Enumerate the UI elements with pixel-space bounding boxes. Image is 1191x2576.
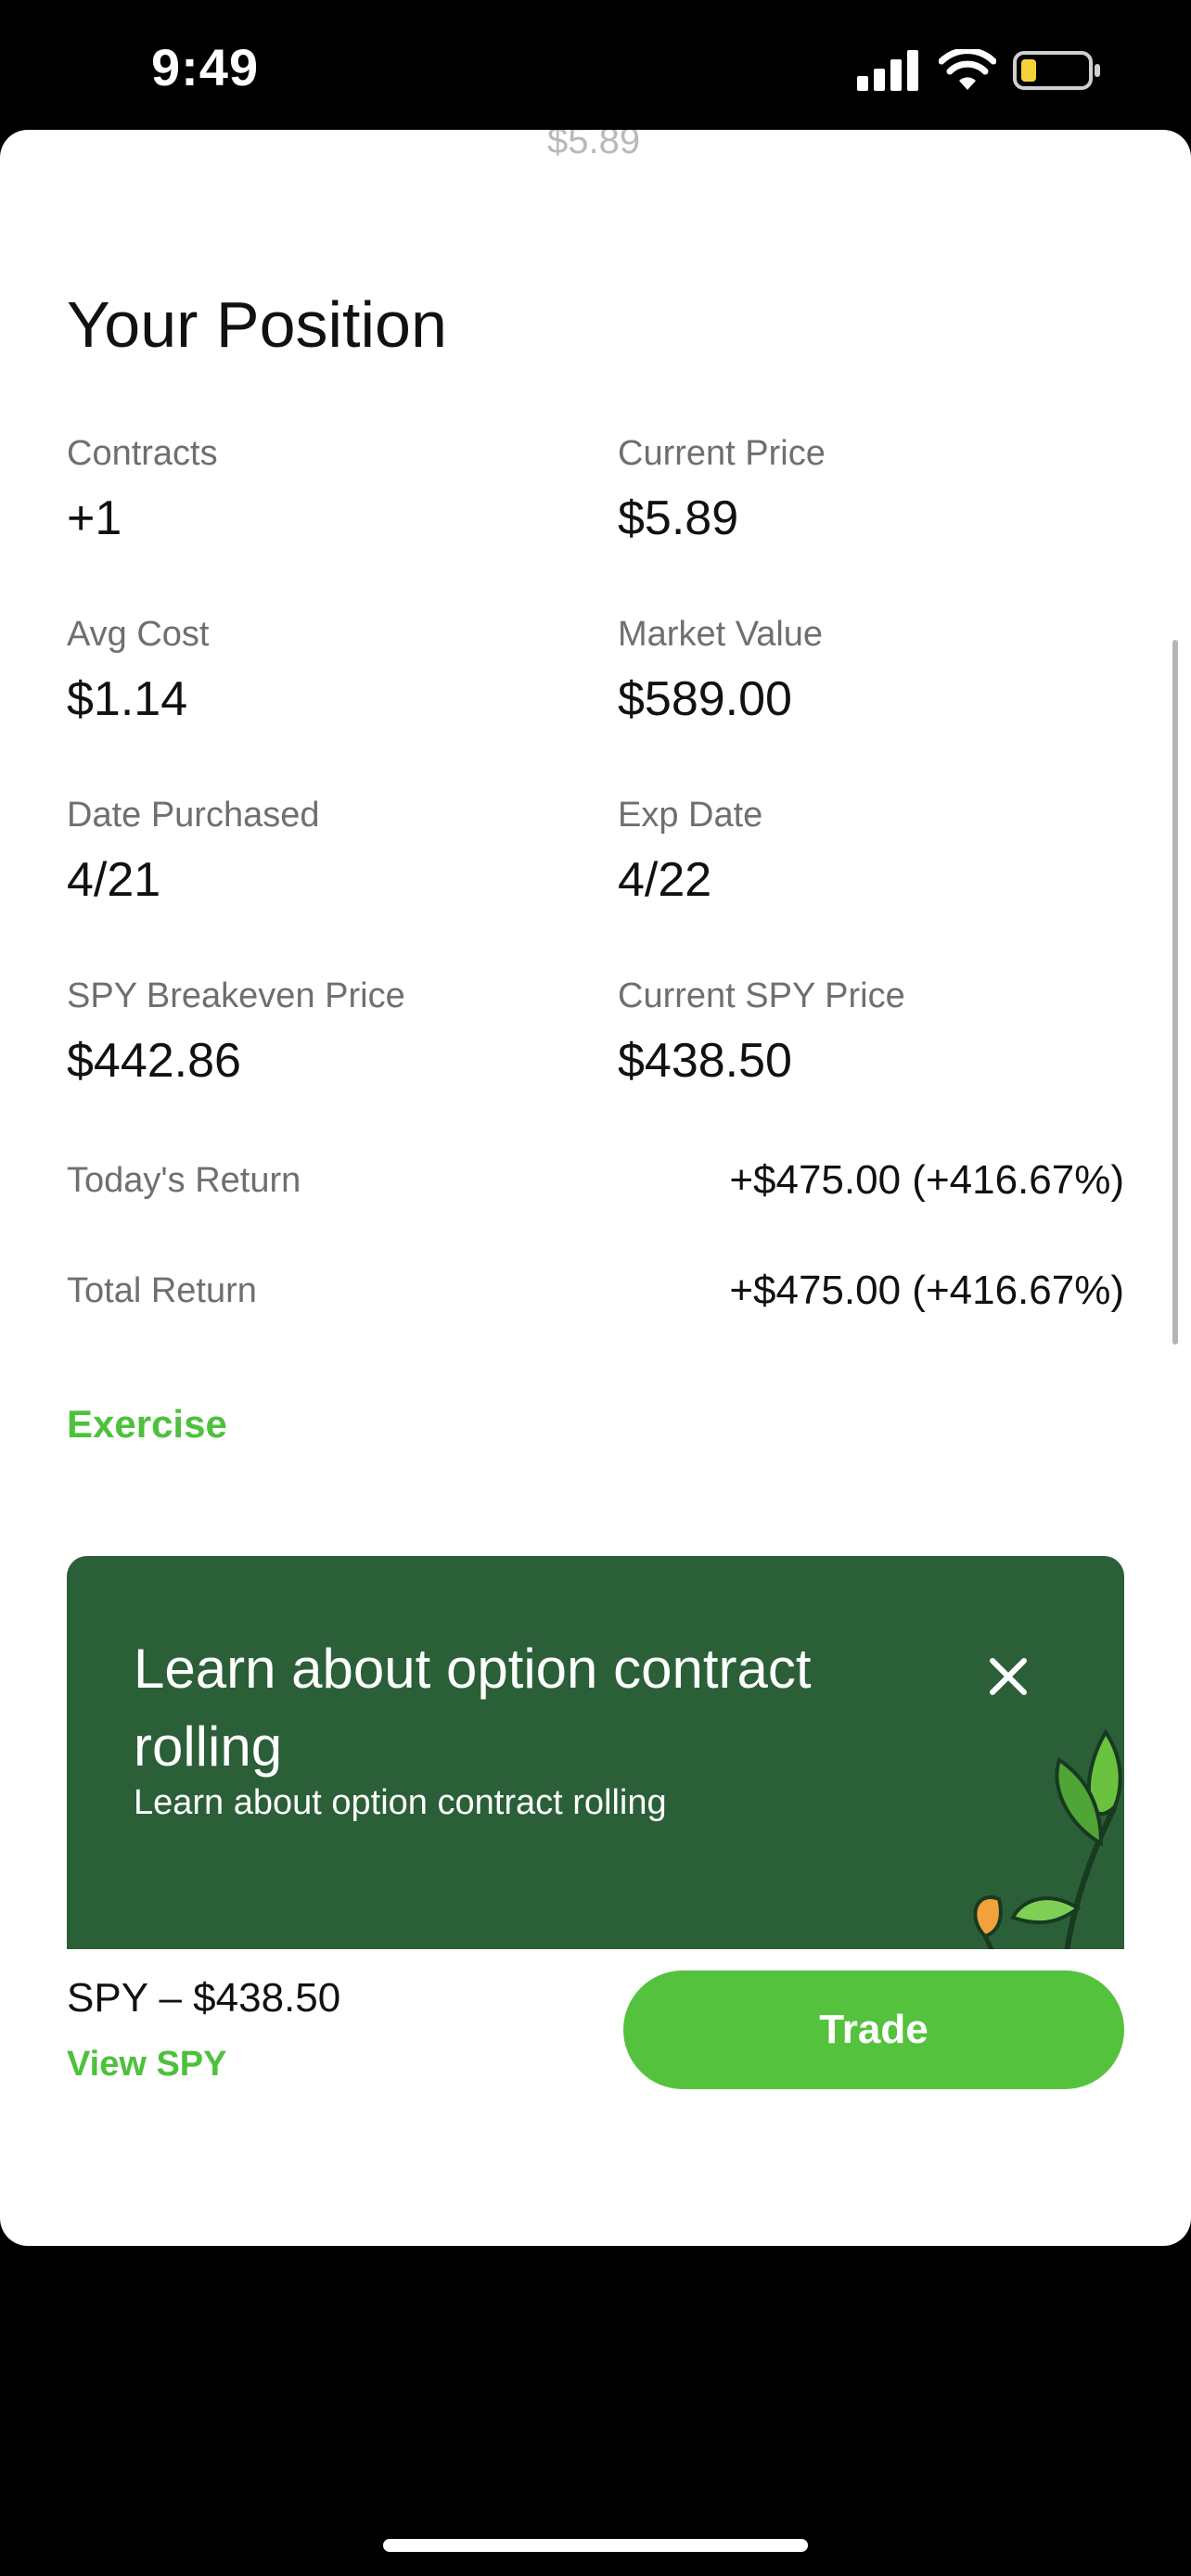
home-indicator[interactable]: [383, 2539, 808, 2552]
current-price-field: Current Price $5.89: [618, 434, 1137, 546]
market-value-field: Market Value $589.00: [618, 615, 1137, 727]
status-time: 9:49: [151, 38, 260, 96]
todays-return-label: Today's Return: [67, 1160, 301, 1200]
field-label: Current Price: [618, 434, 826, 473]
scrolled-price-text: $5.89: [547, 130, 641, 161]
section-title: Your Position: [67, 288, 447, 361]
scroll-indicator[interactable]: [1172, 640, 1178, 1345]
field-value: $1.14: [67, 672, 188, 726]
status-icons: [857, 48, 1102, 93]
promo-subtitle: Learn about option contract rolling: [134, 1783, 667, 1822]
todays-return-value: +$475.00 (+416.67%): [729, 1157, 1124, 1203]
field-label: Date Purchased: [67, 796, 320, 835]
field-value: $589.00: [618, 672, 792, 726]
total-return-value: +$475.00 (+416.67%): [729, 1268, 1124, 1313]
status-bar: 9:49: [0, 0, 1191, 130]
field-label: Contracts: [67, 434, 218, 473]
field-label: Market Value: [618, 615, 824, 654]
field-value: 4/21: [67, 853, 161, 907]
current-spy-price-field: Current SPY Price $438.50: [618, 976, 1137, 1089]
close-icon[interactable]: [985, 1653, 1031, 1700]
date-purchased-field: Date Purchased 4/21: [67, 796, 586, 908]
breakeven-price-field: SPY Breakeven Price $442.86: [67, 976, 586, 1089]
symbol-price: SPY – $438.50: [67, 1975, 341, 2021]
field-label: Avg Cost: [67, 615, 210, 654]
exercise-button[interactable]: Exercise: [67, 1402, 227, 1447]
total-return-label: Total Return: [67, 1270, 257, 1310]
field-value: +1: [67, 491, 122, 545]
field-value: $438.50: [618, 1034, 792, 1088]
todays-return-row: Today's Return +$475.00 (+416.67%): [67, 1157, 1124, 1204]
contracts-field: Contracts +1: [67, 434, 586, 546]
field-label: SPY Breakeven Price: [67, 976, 405, 1015]
battery-icon: [1013, 51, 1100, 90]
trade-button[interactable]: Trade: [623, 1970, 1124, 2089]
avg-cost-field: Avg Cost $1.14: [67, 615, 586, 727]
field-value: $5.89: [618, 491, 739, 545]
field-label: Exp Date: [618, 796, 763, 835]
field-value: $442.86: [67, 1034, 241, 1088]
position-sheet[interactable]: $5.89 Your Position Contracts +1 Current…: [0, 130, 1191, 2246]
field-label: Current SPY Price: [618, 976, 905, 1015]
total-return-row: Total Return +$475.00 (+416.67%): [67, 1268, 1124, 1314]
exp-date-field: Exp Date 4/22: [618, 796, 1137, 908]
cellular-signal-icon: [857, 50, 918, 91]
wifi-icon: [939, 49, 996, 90]
field-value: 4/22: [618, 853, 712, 907]
view-spy-link[interactable]: View SPY: [67, 2045, 227, 2085]
